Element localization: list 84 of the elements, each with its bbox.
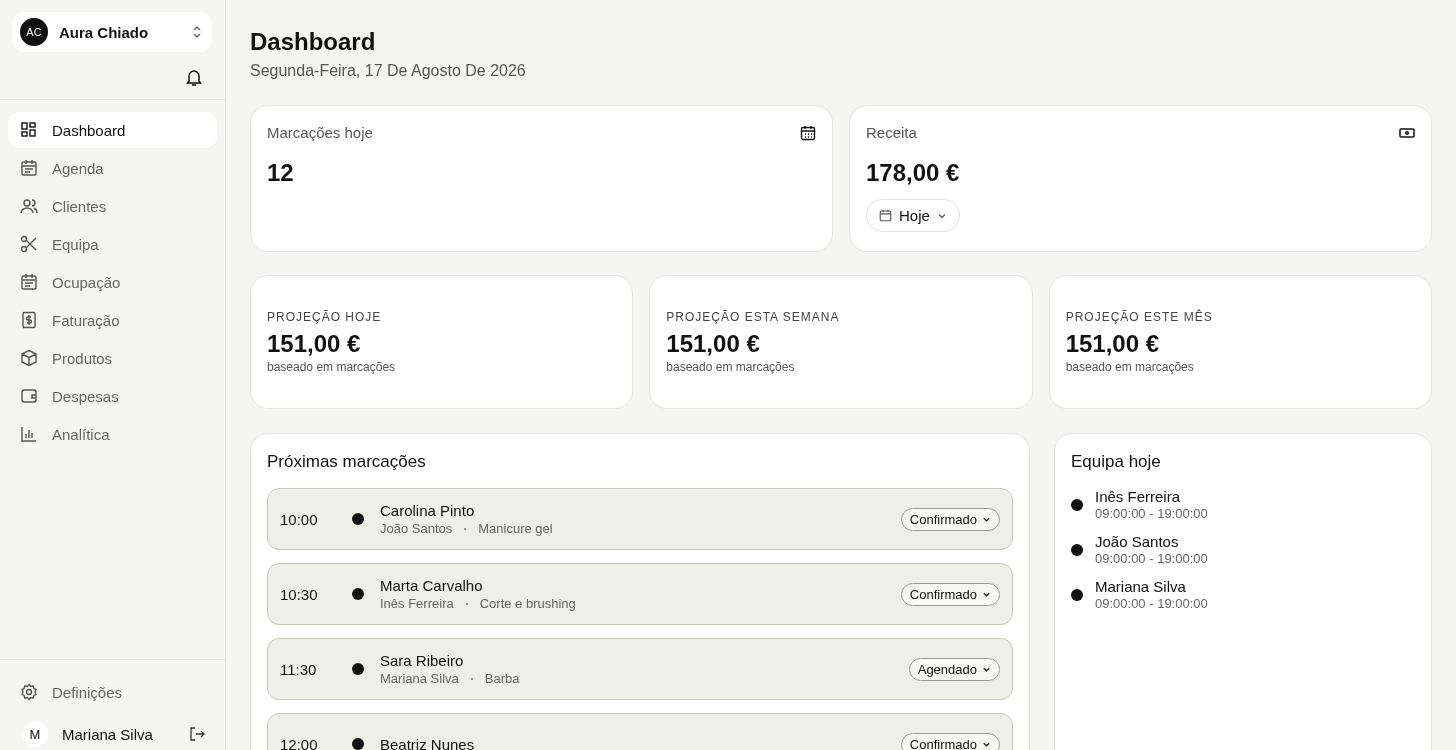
status-dot	[1071, 498, 1083, 511]
grid-icon	[20, 121, 38, 139]
status-dot	[352, 513, 364, 525]
projection-value: 151,00 €	[1065, 330, 1161, 358]
calendar-icon	[800, 124, 816, 141]
nav-item[interactable]: Agenda	[8, 150, 217, 186]
appointment-time: 11:30	[280, 660, 318, 678]
workspace-name: Aura Chiado	[59, 23, 150, 41]
service-name: Barba	[484, 671, 520, 686]
stat-value: 178,00 €	[866, 159, 961, 187]
member-hours: 09:00:00 - 19:00:00	[1095, 596, 1208, 611]
service-name: Corte e brushing	[479, 596, 576, 611]
nav-item[interactable]: Ocupação	[8, 264, 217, 300]
workspace-switcher[interactable]: AC Aura Chiado	[12, 12, 212, 52]
settings-icon	[20, 683, 38, 701]
projection-value: 151,00 €	[666, 330, 761, 358]
period-dropdown[interactable]: Hoje	[866, 199, 960, 232]
stat-label: Receita	[866, 124, 917, 141]
client-name: Marta Carvalho	[380, 577, 484, 594]
status-dropdown[interactable]: Confirmado	[900, 732, 1000, 750]
member-hours: 09:00:00 - 19:00:00	[1095, 506, 1208, 521]
appointment-time: 12:00	[280, 735, 319, 750]
service-name: Manicure gel	[478, 521, 553, 536]
calendar-icon	[879, 209, 892, 222]
member-name: Inês Ferreira	[1095, 488, 1182, 505]
nav-item[interactable]: Produtos	[8, 340, 217, 376]
users-icon	[20, 197, 38, 215]
bar-chart-icon	[20, 425, 38, 443]
staff-name: João Santos	[380, 521, 453, 536]
card-title: Equipa hoje	[1071, 452, 1162, 472]
staff-name: Mariana Silva	[380, 671, 459, 686]
scissors-icon	[20, 235, 38, 253]
box-icon	[20, 349, 38, 367]
calendar-icon	[20, 159, 38, 177]
nav-item[interactable]: Dashboard	[8, 112, 217, 148]
client-name: Beatriz Nunes	[380, 735, 476, 750]
status-dropdown[interactable]: Agendado	[908, 657, 1000, 681]
status-dropdown[interactable]: Confirmado	[900, 582, 1000, 606]
projection-label: PROJEÇÃO ESTA SEMANA	[666, 310, 841, 324]
wallet-icon	[20, 387, 38, 405]
dollar-icon	[20, 311, 38, 329]
nav-item[interactable]: Analítica	[8, 416, 217, 452]
nav-item[interactable]: Clientes	[8, 188, 217, 224]
status-dot	[352, 663, 364, 675]
projection-label: PROJEÇÃO HOJE	[267, 310, 383, 324]
appointment-row[interactable]: 10:00 Carolina Pinto João Santos Manicure gel Confirmado	[267, 488, 1013, 550]
client-name: Carolina Pinto	[380, 502, 476, 519]
member-hours: 09:00:00 - 19:00:00	[1095, 551, 1208, 566]
projection-note: baseado em marcações	[666, 360, 796, 374]
user-name: Mariana Silva	[62, 725, 154, 743]
projection-value: 151,00 €	[267, 330, 362, 358]
cash-icon	[1399, 126, 1415, 139]
status-dot	[352, 738, 364, 750]
appointment-row[interactable]: 10:30 Marta Carvalho Inês Ferreira Corte e brushing Confirmado	[267, 563, 1013, 625]
user-avatar: M	[22, 721, 48, 747]
appointment-time: 10:30	[280, 585, 319, 603]
logout-icon[interactable]	[189, 726, 205, 742]
stat-value: 12	[267, 159, 295, 187]
page-title: Dashboard	[250, 28, 377, 56]
nav-item[interactable]: Despesas	[8, 378, 217, 414]
member-name: Mariana Silva	[1095, 578, 1187, 595]
projection-note: baseado em marcações	[267, 360, 397, 374]
stat-label: Marcações hoje	[267, 124, 373, 141]
appointment-row[interactable]: 12:00 Beatriz Nunes Confirmado	[267, 713, 1013, 750]
projection-label: PROJEÇÃO ESTE MÊS	[1065, 310, 1214, 324]
appointment-row[interactable]: 11:30 Sara Ribeiro Mariana Silva Barba Agendado	[267, 638, 1013, 700]
date-text: Segunda-Feira, 17 De Agosto De 2026	[250, 62, 527, 80]
workspace-avatar: AC	[20, 18, 48, 46]
status-dot	[1071, 588, 1083, 601]
appointment-time: 10:00	[280, 510, 319, 528]
member-name: João Santos	[1095, 533, 1180, 550]
staff-name: Inês Ferreira	[380, 596, 454, 611]
status-dot	[1071, 543, 1083, 556]
chevron-updown-icon	[192, 25, 202, 39]
nav-item[interactable]: Equipa	[8, 226, 217, 262]
settings-link[interactable]: Definições	[8, 674, 217, 710]
projection-note: baseado em marcações	[1065, 360, 1195, 374]
bell-icon[interactable]	[185, 68, 203, 87]
client-name: Sara Ribeiro	[380, 652, 465, 669]
status-dot	[352, 588, 364, 600]
status-dropdown[interactable]: Confirmado	[900, 507, 1000, 531]
calendar-icon	[20, 273, 38, 291]
nav-item[interactable]: Faturação	[8, 302, 217, 338]
card-title: Próximas marcações	[267, 452, 427, 472]
